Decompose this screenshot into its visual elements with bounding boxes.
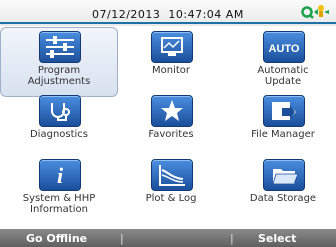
connection-status-icon	[301, 5, 329, 19]
file-arrow-icon	[263, 95, 305, 127]
menu-item-label: Favorites	[148, 129, 194, 140]
select-button[interactable]: Select	[258, 232, 296, 245]
menu-item-label: Data Storage	[249, 193, 317, 204]
go-offline-button[interactable]: Go Offline	[26, 232, 87, 245]
menu-item-plot-log[interactable]: Plot & Log	[112, 155, 224, 225]
softkey-bar: Go Offline | | Select	[0, 229, 336, 247]
star-icon	[151, 95, 193, 127]
folder-icon	[263, 159, 305, 191]
sliders-icon	[39, 31, 81, 63]
info-icon: i	[39, 159, 81, 191]
status-divider	[0, 22, 336, 24]
monitor-icon	[151, 31, 193, 63]
auto-icon-text: AUTO	[269, 43, 300, 55]
datetime: 07/12/2013 10:47:04 AM	[92, 8, 244, 21]
menu-item-label: Automatic Update	[257, 65, 309, 87]
menu-item-label: File Manager	[251, 129, 315, 140]
menu-item-favorites[interactable]: Favorites	[112, 91, 224, 161]
menu-item-diagnostics[interactable]: Diagnostics	[0, 91, 112, 161]
info-icon-text: i	[57, 163, 64, 188]
menu-item-system-hhp-information[interactable]: i System & HHP Information	[0, 155, 112, 225]
menu-item-label: Program Adjustments	[27, 65, 91, 87]
menu-item-monitor[interactable]: Monitor	[112, 27, 224, 97]
menu-item-data-storage[interactable]: Data Storage	[224, 155, 336, 225]
softkey-separator: |	[120, 232, 124, 245]
screen: 07/12/2013 10:47:04 AM Program Adjustmen…	[0, 0, 336, 247]
stethoscope-icon	[39, 95, 81, 127]
menu-item-program-adjustments[interactable]: Program Adjustments	[0, 27, 118, 97]
chart-icon	[151, 159, 193, 191]
menu-item-label: System & HHP Information	[22, 193, 96, 215]
menu-item-file-manager[interactable]: File Manager	[224, 91, 336, 161]
menu-item-label: Plot & Log	[145, 193, 197, 204]
menu-item-label: Diagnostics	[29, 129, 89, 140]
menu-item-automatic-update[interactable]: AUTO Automatic Update	[224, 27, 336, 97]
softkey-separator: |	[230, 232, 234, 245]
auto-icon: AUTO	[263, 31, 305, 63]
menu-item-label: Monitor	[151, 65, 190, 76]
